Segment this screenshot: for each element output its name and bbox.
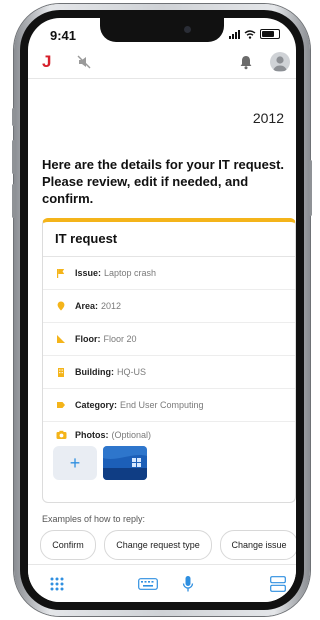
phone-screen: 9:41 J 2012 Here are the details for you… xyxy=(28,18,296,602)
app-header: J xyxy=(28,48,296,79)
field-label: Category: xyxy=(75,400,118,410)
plus-icon: + xyxy=(69,452,81,473)
card-title: IT request xyxy=(43,222,295,257)
examples-label: Examples of how to reply: xyxy=(42,514,146,524)
field-floor[interactable]: Floor: Floor 20 xyxy=(43,323,295,356)
battery-icon xyxy=(260,29,280,39)
signal-icon xyxy=(229,30,240,39)
reply-chip-change-issue[interactable]: Change issue xyxy=(220,530,296,560)
grid-menu-icon[interactable] xyxy=(50,577,64,591)
power-button xyxy=(309,160,312,216)
field-value: Floor 20 xyxy=(103,334,137,344)
field-label: Issue: xyxy=(75,268,102,278)
it-request-card: IT request Issue: Laptop crash Area: 201… xyxy=(42,218,296,503)
field-label: Building: xyxy=(75,367,114,377)
field-issue[interactable]: Issue: Laptop crash xyxy=(43,257,295,290)
notch xyxy=(100,18,224,42)
photos-header: Photos: (Optional) xyxy=(53,430,285,440)
mute-switch xyxy=(12,108,15,126)
message-year: 2012 xyxy=(252,110,284,126)
wifi-icon xyxy=(244,30,256,39)
bot-message: Here are the details for your IT request… xyxy=(42,157,285,206)
speaker-muted-icon[interactable] xyxy=(76,54,92,70)
laptop-screen-photo xyxy=(103,446,147,480)
app-logo: J xyxy=(42,52,52,71)
bottom-toolbar xyxy=(28,564,296,602)
keyboard-icon[interactable] xyxy=(138,578,158,590)
camera-icon xyxy=(53,430,69,440)
tag-icon xyxy=(53,400,69,410)
photo-thumbnail[interactable] xyxy=(103,446,147,480)
field-label: Photos: xyxy=(75,430,109,440)
volume-up-button xyxy=(12,140,15,174)
field-photos: Photos: (Optional) + xyxy=(43,422,295,510)
status-time: 9:41 xyxy=(50,28,77,43)
reply-chip-confirm[interactable]: Confirm xyxy=(40,530,96,560)
location-pin-icon xyxy=(53,301,69,311)
building-icon xyxy=(53,367,69,377)
bell-icon[interactable] xyxy=(238,54,254,70)
user-icon xyxy=(273,56,287,71)
add-photo-button[interactable]: + xyxy=(53,446,97,480)
field-hint: (Optional) xyxy=(111,430,152,440)
cards-view-icon[interactable] xyxy=(270,576,286,592)
field-category[interactable]: Category: End User Computing xyxy=(43,389,295,422)
field-label: Floor: xyxy=(75,334,101,344)
field-value: Laptop crash xyxy=(104,268,157,278)
field-value: 2012 xyxy=(101,301,122,311)
flag-icon xyxy=(53,268,69,278)
front-camera xyxy=(184,26,191,33)
field-area[interactable]: Area: 2012 xyxy=(43,290,295,323)
floor-icon xyxy=(53,334,69,344)
field-building[interactable]: Building: HQ-US xyxy=(43,356,295,389)
volume-down-button xyxy=(12,184,15,218)
status-icons xyxy=(229,29,280,39)
photo-list: + xyxy=(53,446,285,480)
field-label: Area: xyxy=(75,301,99,311)
avatar[interactable] xyxy=(270,52,290,72)
reply-chip-change-request-type[interactable]: Change request type xyxy=(104,530,212,560)
field-value: HQ-US xyxy=(117,367,146,377)
field-value: End User Computing xyxy=(120,400,204,410)
microphone-icon[interactable] xyxy=(182,575,194,593)
